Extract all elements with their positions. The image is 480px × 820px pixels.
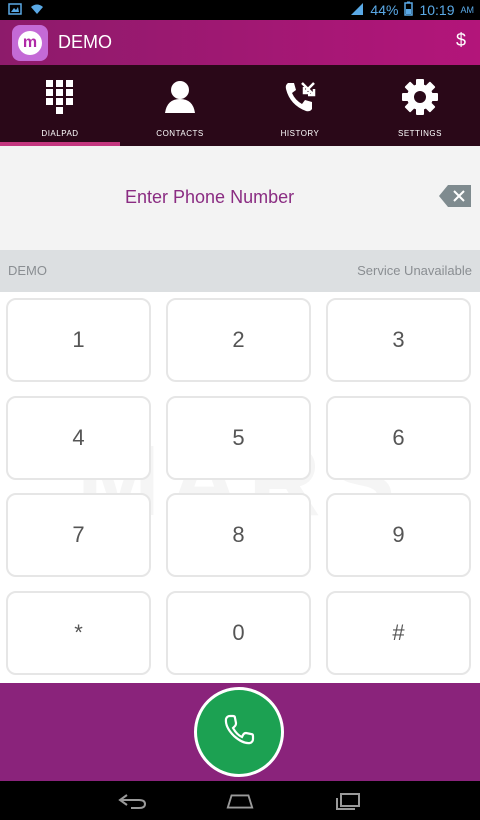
key-3[interactable]: 3 <box>326 298 471 382</box>
wifi-icon <box>30 2 44 18</box>
app-title: DEMO <box>58 32 112 52</box>
battery-icon <box>404 1 414 19</box>
gear-icon <box>400 77 440 117</box>
key-9[interactable]: 9 <box>326 493 471 577</box>
call-bar <box>0 683 480 781</box>
image-notification-icon <box>8 2 22 18</box>
battery-percent: 44% <box>370 2 399 18</box>
key-8[interactable]: 8 <box>166 493 311 577</box>
backspace-icon[interactable] <box>438 184 472 208</box>
key-6[interactable]: 6 <box>326 396 471 480</box>
tab-label: DIALPAD <box>41 129 79 138</box>
tab-label: CONTACTS <box>156 129 204 138</box>
status-bar: 44% 10:19 AM <box>0 0 480 20</box>
key-5[interactable]: 5 <box>166 396 311 480</box>
service-status: Service Unavailable <box>357 263 472 278</box>
recent-apps-icon[interactable] <box>333 792 363 810</box>
tab-bar: DIALPAD CONTACTS HISTORY SETTINGS <box>0 65 480 146</box>
app-logo: m <box>12 24 48 61</box>
key-7[interactable]: 7 <box>6 493 151 577</box>
signal-icon <box>350 2 364 19</box>
tab-dialpad[interactable]: DIALPAD <box>0 65 120 146</box>
phone-number-area: Enter Phone Number <box>0 146 480 250</box>
system-nav-bar <box>0 781 480 820</box>
key-star[interactable]: * <box>6 591 151 675</box>
key-1[interactable]: 1 <box>6 298 151 382</box>
app-bar: m DEMO $ <box>0 20 480 65</box>
key-0[interactable]: 0 <box>166 591 311 675</box>
home-icon[interactable] <box>225 792 255 810</box>
phone-number-input[interactable]: Enter Phone Number <box>125 187 294 208</box>
account-status-bar: DEMO Service Unavailable <box>0 250 480 292</box>
tab-contacts[interactable]: CONTACTS <box>120 65 240 146</box>
key-2[interactable]: 2 <box>166 298 311 382</box>
tab-label: SETTINGS <box>397 129 442 138</box>
contact-icon <box>160 77 200 117</box>
tab-history[interactable]: HISTORY <box>240 65 360 146</box>
clock-ampm: AM <box>460 5 475 15</box>
clock: 10:19 <box>419 2 455 18</box>
key-4[interactable]: 4 <box>6 396 151 480</box>
call-history-icon <box>280 77 320 117</box>
logo-letter: m <box>18 30 42 55</box>
call-button[interactable] <box>194 687 284 777</box>
dialpad-icon <box>40 77 80 117</box>
phone-icon <box>222 713 256 752</box>
account-name: DEMO <box>8 263 47 278</box>
keypad: MARS 1 2 3 4 5 6 7 8 9 * 0 # <box>0 292 480 683</box>
tab-label: HISTORY <box>280 129 320 138</box>
tab-settings[interactable]: SETTINGS <box>360 65 480 146</box>
key-hash[interactable]: # <box>326 591 471 675</box>
balance-button[interactable]: $ <box>456 30 466 51</box>
back-icon[interactable] <box>117 792 147 810</box>
